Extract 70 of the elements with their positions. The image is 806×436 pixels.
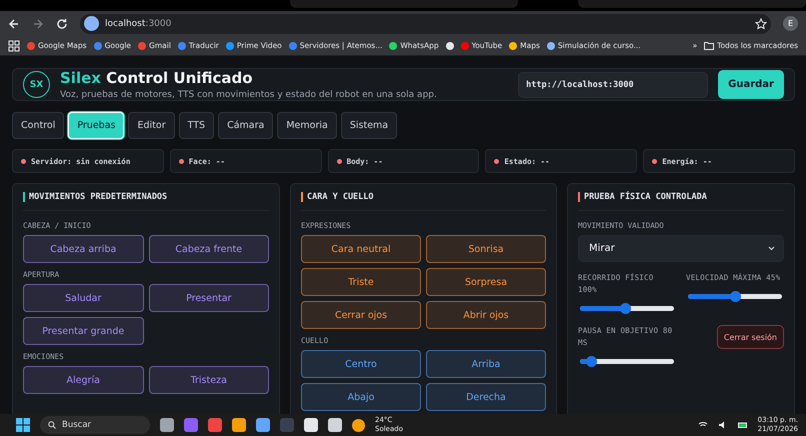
bookmark-icon[interactable] <box>389 42 398 50</box>
action-button[interactable]: Centro <box>301 350 421 378</box>
action-button[interactable]: Abrir ojos <box>426 301 546 329</box>
search-icon <box>48 421 56 429</box>
tab[interactable]: Pruebas <box>68 112 124 139</box>
bookmark-icon[interactable] <box>94 42 102 50</box>
tab[interactable]: TTS <box>178 112 214 139</box>
forward-icon[interactable] <box>32 18 44 30</box>
bookmark-icon[interactable] <box>546 42 555 50</box>
folder-icon[interactable] <box>704 42 714 50</box>
start-icon[interactable] <box>16 418 30 432</box>
bookmark-icon[interactable] <box>226 42 234 50</box>
action-button[interactable]: Cerrar ojos <box>301 301 421 329</box>
bookmark-icon[interactable] <box>460 42 469 50</box>
action-button[interactable]: Derecha <box>426 383 546 411</box>
reload-icon[interactable] <box>56 18 68 30</box>
action-button[interactable]: Arriba <box>426 350 546 378</box>
movement-select[interactable]: Mirar <box>578 235 784 262</box>
slider[interactable] <box>580 306 674 311</box>
profile-avatar[interactable]: E <box>783 16 798 31</box>
back-icon[interactable] <box>8 18 20 30</box>
action-button[interactable]: Presentar <box>148 284 269 312</box>
action-button[interactable]: Sorpresa <box>426 268 546 296</box>
tab[interactable]: Sistema <box>340 112 398 139</box>
star-icon[interactable] <box>755 18 767 30</box>
address-bar[interactable]: localhost:3000 <box>80 14 771 34</box>
action-button[interactable]: Presentar grande <box>23 317 144 345</box>
action-button[interactable]: Triste <box>301 268 421 296</box>
slider[interactable] <box>580 359 674 364</box>
slider-thumb[interactable] <box>586 356 598 367</box>
battery-icon[interactable] <box>738 420 748 430</box>
action-button[interactable]: Abajo <box>301 383 421 411</box>
site-icon <box>84 16 99 31</box>
apps-icon[interactable] <box>8 40 20 52</box>
tab[interactable]: Control <box>12 112 64 139</box>
action-button[interactable]: Tristeza <box>148 366 269 394</box>
bookmark-icon[interactable] <box>27 42 35 50</box>
app-title: Silex Control Unificado <box>60 69 254 87</box>
action-button[interactable]: Cabeza arriba <box>23 235 144 263</box>
taskbar-app-icon[interactable] <box>256 418 270 432</box>
panel-title: PRUEBA FÍSICA CONTROLADA <box>584 192 707 202</box>
taskbar-search[interactable]: Buscar <box>40 416 150 434</box>
tab[interactable]: Editor <box>128 112 175 139</box>
server-url-field[interactable]: http://localhost:3000 <box>518 72 708 98</box>
weather-icon <box>352 418 365 432</box>
action-button[interactable]: Saludar <box>23 284 144 312</box>
taskbar-app-icon[interactable] <box>232 418 246 432</box>
tab[interactable]: Memoria <box>277 112 337 139</box>
chevron-icon <box>768 246 775 251</box>
action-button[interactable]: Cara neutral <box>301 235 421 263</box>
slider[interactable] <box>688 294 782 299</box>
bookmark-icon[interactable] <box>509 42 518 50</box>
logo: SX <box>23 71 50 98</box>
app-subtitle: Voz, pruebas de motores, TTS con movimientos y estado del robot en una sola app. <box>60 90 438 100</box>
action-button[interactable]: Sonrisa <box>426 235 546 263</box>
panel-title: MOVIMIENTOS PREDETERMINADOS <box>29 192 168 202</box>
logout-button[interactable]: Cerrar sesión <box>716 325 784 349</box>
taskbar-app-icon[interactable] <box>160 418 174 432</box>
bookmark-icon[interactable] <box>288 42 297 50</box>
taskbar-app-icon[interactable] <box>328 418 342 432</box>
action-button[interactable]: Alegría <box>23 366 144 394</box>
slider-thumb[interactable] <box>620 303 632 314</box>
slider-thumb[interactable] <box>730 291 741 302</box>
save-button[interactable]: Guardar <box>718 70 784 99</box>
tab[interactable]: Cámara <box>218 112 274 139</box>
taskbar-app-icon[interactable] <box>304 418 318 432</box>
bookmark-icon[interactable] <box>138 42 146 50</box>
bookmark-icon[interactable] <box>178 42 186 50</box>
action-button[interactable]: Cabeza frente <box>148 235 269 263</box>
panel-title: CARA Y CUELLO <box>307 192 374 202</box>
